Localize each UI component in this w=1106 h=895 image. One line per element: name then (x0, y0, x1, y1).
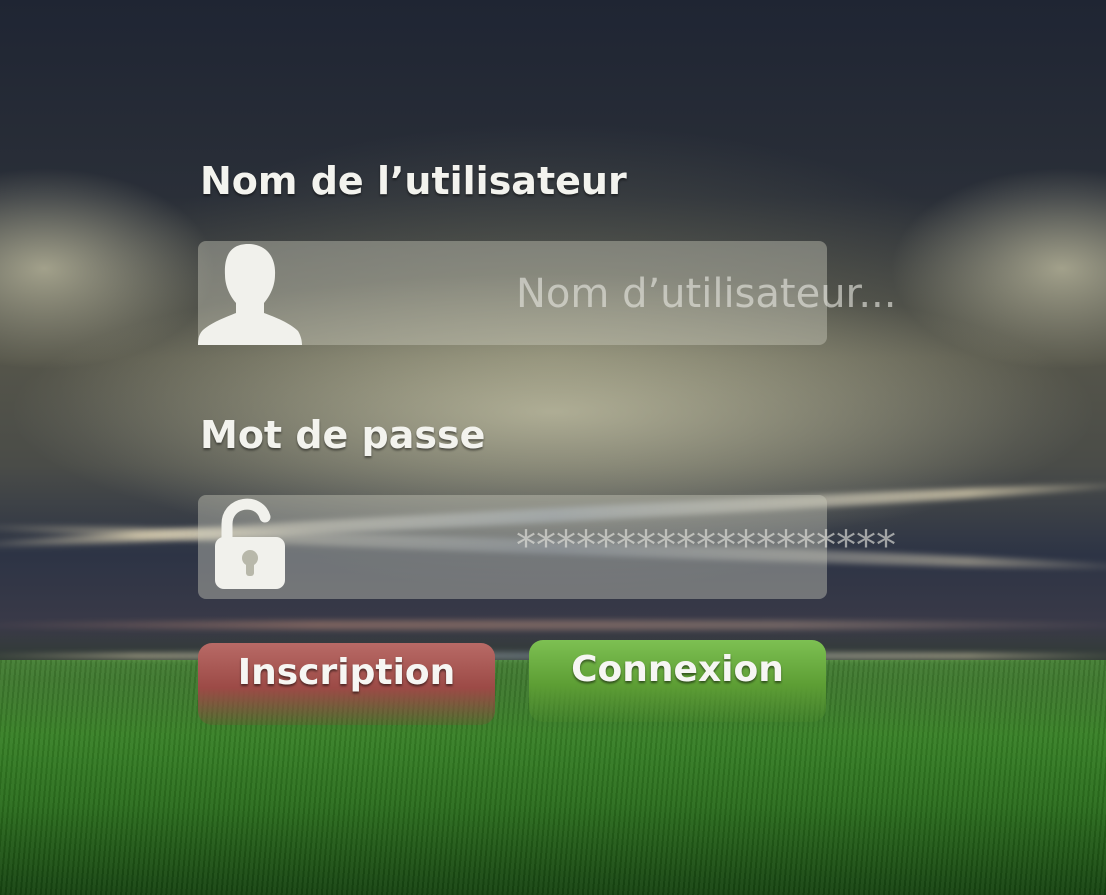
open-padlock-icon (215, 498, 285, 589)
stadium-background (0, 0, 1106, 895)
username-input[interactable]: Nom d’utilisateur... (516, 271, 896, 317)
password-input[interactable]: ******************* (516, 523, 896, 569)
light-streak (0, 620, 1106, 630)
user-icon (198, 244, 302, 345)
password-label: Mot de passe (200, 413, 486, 457)
username-field[interactable]: Nom d’utilisateur... (198, 241, 896, 345)
login-button[interactable]: Connexion (529, 640, 826, 722)
register-button[interactable]: Inscription (198, 643, 495, 725)
username-label: Nom de l’utilisateur (200, 159, 627, 203)
password-field[interactable]: ******************* (198, 495, 896, 599)
